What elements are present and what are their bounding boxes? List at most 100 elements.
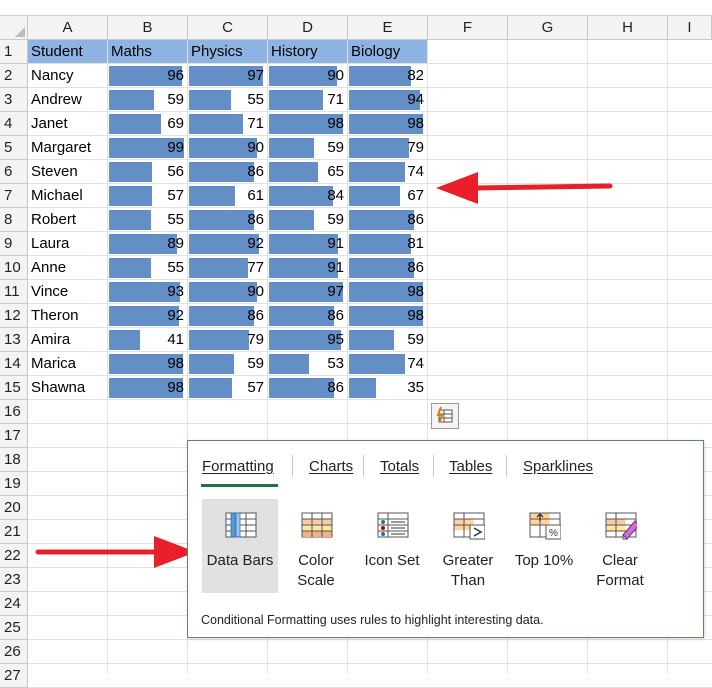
row-header-24[interactable]: 24 [0,592,28,616]
student-name-cell[interactable]: Vince [28,280,107,304]
student-name-cell[interactable]: Theron [28,304,107,328]
score-cell[interactable]: 81 [348,232,427,256]
student-name-cell[interactable]: Margaret [28,136,107,160]
row-header-19[interactable]: 19 [0,472,28,496]
score-cell[interactable]: 90 [188,280,267,304]
row-header-8[interactable]: 8 [0,208,28,232]
score-cell[interactable]: 89 [108,232,187,256]
option-clear-format[interactable]: Clear Format [582,499,658,593]
row-header-10[interactable]: 10 [0,256,28,280]
row-header-23[interactable]: 23 [0,568,28,592]
student-name-cell[interactable]: Nancy [28,64,107,88]
student-name-cell[interactable]: Laura [28,232,107,256]
score-cell[interactable]: 71 [188,112,267,136]
row-header-11[interactable]: 11 [0,280,28,304]
score-cell[interactable]: 67 [348,184,427,208]
score-cell[interactable]: 79 [188,328,267,352]
row-header-6[interactable]: 6 [0,160,28,184]
score-cell[interactable]: 53 [268,352,347,376]
score-cell[interactable]: 91 [268,256,347,280]
score-cell[interactable]: 86 [268,304,347,328]
score-cell[interactable]: 55 [108,208,187,232]
row-header-2[interactable]: 2 [0,64,28,88]
score-cell[interactable]: 86 [188,160,267,184]
score-cell[interactable]: 98 [108,376,187,400]
score-cell[interactable]: 98 [108,352,187,376]
student-name-cell[interactable]: Robert [28,208,107,232]
score-cell[interactable]: 98 [348,304,427,328]
score-cell[interactable]: 57 [108,184,187,208]
column-header-d[interactable]: D [268,16,348,40]
score-cell[interactable]: 82 [348,64,427,88]
row-header-12[interactable]: 12 [0,304,28,328]
score-cell[interactable]: 59 [268,208,347,232]
student-name-cell[interactable]: Andrew [28,88,107,112]
score-cell[interactable]: 86 [268,376,347,400]
score-cell[interactable]: 61 [188,184,267,208]
score-cell[interactable]: 59 [348,328,427,352]
score-cell[interactable]: 59 [108,88,187,112]
score-cell[interactable]: 55 [188,88,267,112]
score-cell[interactable]: 57 [188,376,267,400]
student-name-cell[interactable]: Shawna [28,376,107,400]
student-name-cell[interactable]: Amira [28,328,107,352]
score-cell[interactable]: 91 [268,232,347,256]
option-top-10-percent[interactable]: % Top 10% [506,499,582,593]
header-cell-history[interactable]: History [268,40,347,63]
score-cell[interactable]: 55 [108,256,187,280]
score-cell[interactable]: 71 [268,88,347,112]
score-cell[interactable]: 74 [348,352,427,376]
student-name-cell[interactable]: Marica [28,352,107,376]
column-header-i[interactable]: I [668,16,712,40]
row-header-21[interactable]: 21 [0,520,28,544]
column-header-a[interactable]: A [28,16,108,40]
tab-tables[interactable]: Tables [449,458,492,475]
score-cell[interactable]: 41 [108,328,187,352]
score-cell[interactable]: 92 [108,304,187,328]
option-data-bars[interactable]: Data Bars [202,499,278,593]
score-cell[interactable]: 95 [268,328,347,352]
score-cell[interactable]: 90 [188,136,267,160]
score-cell[interactable]: 65 [268,160,347,184]
option-icon-set[interactable]: Icon Set [354,499,430,593]
score-cell[interactable]: 98 [268,112,347,136]
score-cell[interactable]: 93 [108,280,187,304]
row-header-20[interactable]: 20 [0,496,28,520]
header-cell-biology[interactable]: Biology [348,40,427,63]
column-header-g[interactable]: G [508,16,588,40]
score-cell[interactable]: 99 [108,136,187,160]
score-cell[interactable]: 98 [348,280,427,304]
row-header-15[interactable]: 15 [0,376,28,400]
column-header-h[interactable]: H [588,16,668,40]
tab-sparklines[interactable]: Sparklines [523,458,593,475]
tab-formatting[interactable]: Formatting [202,458,274,475]
score-cell[interactable]: 74 [348,160,427,184]
row-header-5[interactable]: 5 [0,136,28,160]
header-cell-student[interactable]: Student [28,40,107,63]
option-color-scale[interactable]: Color Scale [278,499,354,593]
score-cell[interactable]: 79 [348,136,427,160]
row-header-25[interactable]: 25 [0,616,28,640]
row-header-22[interactable]: 22 [0,544,28,568]
tab-totals[interactable]: Totals [380,458,419,475]
row-header-7[interactable]: 7 [0,184,28,208]
score-cell[interactable]: 86 [188,208,267,232]
score-cell[interactable]: 86 [348,256,427,280]
score-cell[interactable]: 97 [268,280,347,304]
student-name-cell[interactable]: Anne [28,256,107,280]
row-header-18[interactable]: 18 [0,448,28,472]
score-cell[interactable]: 96 [108,64,187,88]
score-cell[interactable]: 86 [348,208,427,232]
row-header-26[interactable]: 26 [0,640,28,664]
header-cell-maths[interactable]: Maths [108,40,187,63]
row-header-27[interactable]: 27 [0,664,28,688]
row-header-14[interactable]: 14 [0,352,28,376]
tab-charts[interactable]: Charts [309,458,353,475]
score-cell[interactable]: 98 [348,112,427,136]
score-cell[interactable]: 59 [188,352,267,376]
score-cell[interactable]: 77 [188,256,267,280]
header-cell-physics[interactable]: Physics [188,40,267,63]
score-cell[interactable]: 86 [188,304,267,328]
option-greater-than[interactable]: Greater Than [430,499,506,593]
row-header-17[interactable]: 17 [0,424,28,448]
